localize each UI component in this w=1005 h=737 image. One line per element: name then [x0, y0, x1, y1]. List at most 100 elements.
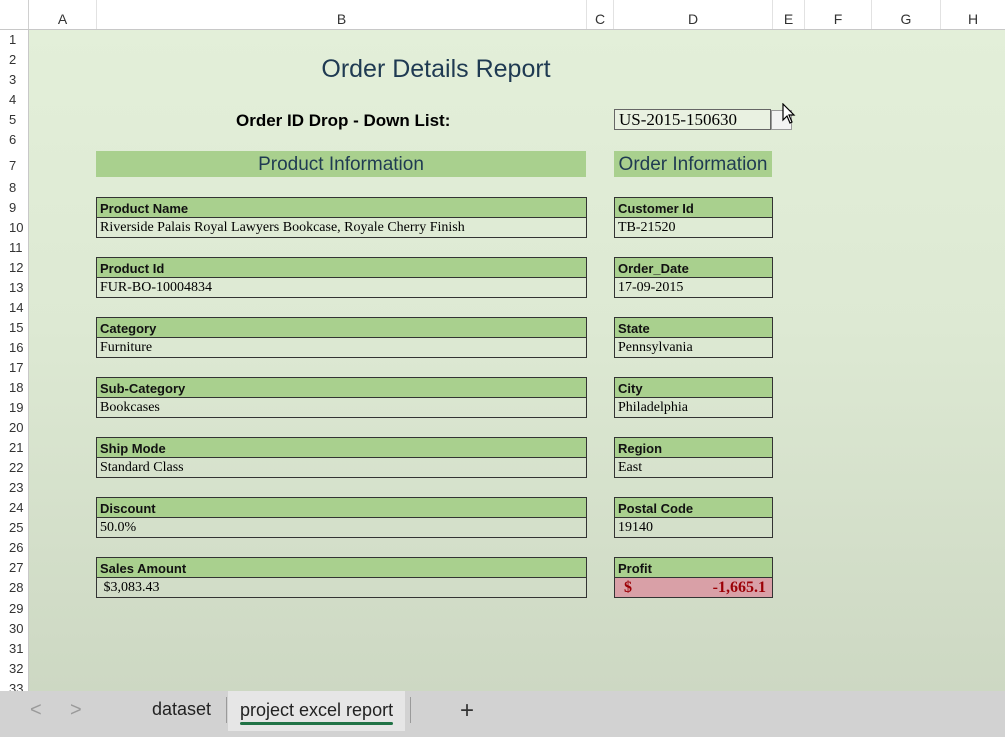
- row-header[interactable]: 19: [0, 398, 28, 418]
- report-title: Order Details Report: [321, 55, 551, 83]
- row-header[interactable]: 31: [0, 639, 28, 659]
- field-label: Region: [615, 438, 772, 458]
- field-value[interactable]: FUR-BO-10004834: [97, 278, 586, 297]
- sheet-tab-dataset[interactable]: dataset: [152, 699, 211, 720]
- field-city[interactable]: City Philadelphia: [614, 377, 773, 418]
- field-sales-amount[interactable]: Sales Amount $3,083.43: [96, 557, 587, 598]
- row-header[interactable]: 27: [0, 558, 28, 578]
- row-header[interactable]: 29: [0, 599, 28, 619]
- row-header[interactable]: 32: [0, 659, 28, 679]
- field-label: Sub-Category: [97, 378, 586, 398]
- row-header[interactable]: 20: [0, 418, 28, 438]
- row-header[interactable]: 12: [0, 258, 28, 278]
- field-region[interactable]: Region East: [614, 437, 773, 478]
- row-header[interactable]: 33: [0, 679, 28, 691]
- row-header[interactable]: 23: [0, 478, 28, 498]
- field-sub-category[interactable]: Sub-Category Bookcases: [96, 377, 587, 418]
- field-customer-id[interactable]: Customer Id TB-21520: [614, 197, 773, 238]
- field-value[interactable]: 19140: [615, 518, 772, 537]
- row-header[interactable]: 13: [0, 278, 28, 298]
- prev-sheet-button[interactable]: <: [30, 699, 42, 722]
- sheet-tab-label: project excel report: [240, 700, 394, 720]
- profit-currency: $: [624, 579, 632, 596]
- mouse-pointer-icon: [782, 103, 796, 124]
- tab-separator: [226, 697, 227, 723]
- field-label: Product Name: [97, 198, 586, 218]
- row-header[interactable]: 21: [0, 438, 28, 458]
- column-header-e[interactable]: E: [773, 0, 805, 29]
- field-state[interactable]: State Pennsylvania: [614, 317, 773, 358]
- order-id-dropdown[interactable]: US-2015-150630: [614, 109, 771, 130]
- order-information-header: Order Information: [614, 151, 772, 177]
- row-header[interactable]: 11: [0, 238, 28, 258]
- row-header[interactable]: 4: [0, 90, 28, 110]
- row-header[interactable]: 5: [0, 110, 28, 130]
- row-header[interactable]: 25: [0, 518, 28, 538]
- column-header-d[interactable]: D: [614, 0, 773, 29]
- field-value[interactable]: $3,083.43: [97, 578, 586, 597]
- profit-value[interactable]: $ -1,665.1: [615, 578, 772, 597]
- field-order-date[interactable]: Order_Date 17-09-2015: [614, 257, 773, 298]
- field-label: State: [615, 318, 772, 338]
- field-ship-mode[interactable]: Ship Mode Standard Class: [96, 437, 587, 478]
- field-product-name[interactable]: Product Name Riverside Palais Royal Lawy…: [96, 197, 587, 238]
- add-sheet-button[interactable]: +: [460, 697, 474, 725]
- select-all-corner[interactable]: [0, 0, 29, 29]
- field-product-id[interactable]: Product Id FUR-BO-10004834: [96, 257, 587, 298]
- field-label: Customer Id: [615, 198, 772, 218]
- field-label: Order_Date: [615, 258, 772, 278]
- column-header-c[interactable]: C: [587, 0, 614, 29]
- row-header[interactable]: 28: [0, 578, 28, 598]
- field-label: Category: [97, 318, 586, 338]
- row-header[interactable]: 17: [0, 358, 28, 378]
- next-sheet-button[interactable]: >: [70, 699, 82, 722]
- profit-amount: -1,665.1: [712, 579, 766, 596]
- field-value[interactable]: 50.0%: [97, 518, 586, 537]
- field-value[interactable]: Bookcases: [97, 398, 586, 417]
- field-value[interactable]: Standard Class: [97, 458, 586, 477]
- row-header[interactable]: 10: [0, 218, 28, 238]
- column-header-h[interactable]: H: [941, 0, 1005, 29]
- row-header[interactable]: 16: [0, 338, 28, 358]
- tab-separator: [410, 697, 411, 723]
- field-label: Sales Amount: [97, 558, 586, 578]
- active-tab-underline: [240, 722, 394, 725]
- column-header-bar: A B C D E F G H: [0, 0, 1005, 30]
- field-category[interactable]: Category Furniture: [96, 317, 587, 358]
- row-header[interactable]: 14: [0, 298, 28, 318]
- field-value[interactable]: 17-09-2015: [615, 278, 772, 297]
- field-label: Discount: [97, 498, 586, 518]
- row-header[interactable]: 24: [0, 498, 28, 518]
- field-value[interactable]: Furniture: [97, 338, 586, 357]
- row-header[interactable]: 15: [0, 318, 28, 338]
- row-header[interactable]: 7: [0, 156, 28, 176]
- dropdown-label: Order ID Drop - Down List:: [236, 111, 451, 130]
- row-header[interactable]: 22: [0, 458, 28, 478]
- row-header[interactable]: 30: [0, 619, 28, 639]
- row-header[interactable]: 18: [0, 378, 28, 398]
- field-postal-code[interactable]: Postal Code 19140: [614, 497, 773, 538]
- field-value[interactable]: East: [615, 458, 772, 477]
- field-label: Product Id: [97, 258, 586, 278]
- field-label: Postal Code: [615, 498, 772, 518]
- field-value[interactable]: Pennsylvania: [615, 338, 772, 357]
- row-header[interactable]: 3: [0, 70, 28, 90]
- row-header[interactable]: 6: [0, 130, 28, 150]
- row-header[interactable]: 9: [0, 198, 28, 218]
- row-header[interactable]: 1: [0, 30, 28, 50]
- column-header-g[interactable]: G: [872, 0, 941, 29]
- field-value[interactable]: TB-21520: [615, 218, 772, 237]
- row-header[interactable]: 8: [0, 178, 28, 198]
- field-label: City: [615, 378, 772, 398]
- sheet-tab-project-excel-report[interactable]: project excel report: [228, 691, 406, 731]
- field-value[interactable]: Philadelphia: [615, 398, 772, 417]
- field-profit[interactable]: Profit $ -1,665.1: [614, 557, 773, 598]
- column-header-f[interactable]: F: [805, 0, 872, 29]
- field-discount[interactable]: Discount 50.0%: [96, 497, 587, 538]
- field-value[interactable]: Riverside Palais Royal Lawyers Bookcase,…: [97, 218, 586, 237]
- row-header[interactable]: 2: [0, 50, 28, 70]
- column-header-b[interactable]: B: [97, 0, 587, 29]
- column-header-a[interactable]: A: [29, 0, 97, 29]
- row-header[interactable]: 26: [0, 538, 28, 558]
- field-label: Profit: [615, 558, 772, 578]
